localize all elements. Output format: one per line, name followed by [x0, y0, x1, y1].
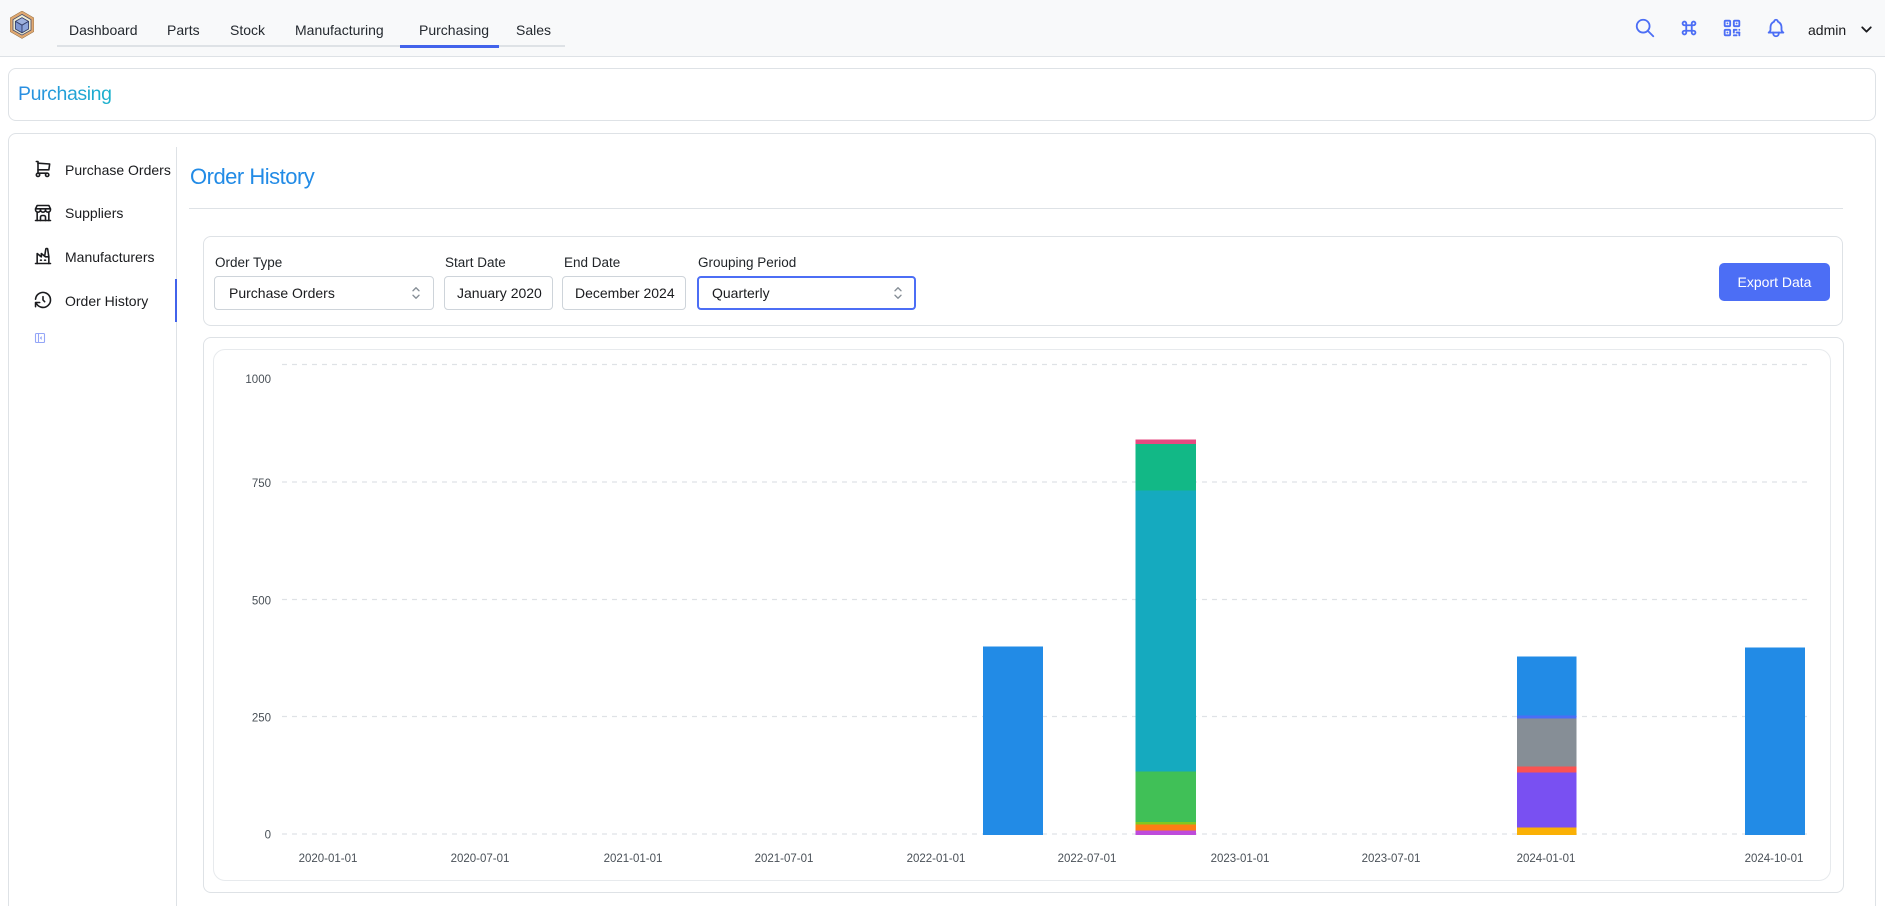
svg-text:2020-01-01: 2020-01-01	[299, 853, 358, 865]
svg-text:2022-01-01: 2022-01-01	[907, 853, 966, 865]
svg-text:0: 0	[265, 829, 271, 841]
svg-text:2022-07-01: 2022-07-01	[1058, 853, 1117, 865]
svg-text:2024-10-01: 2024-10-01	[1745, 853, 1804, 865]
svg-text:2023-07-01: 2023-07-01	[1362, 853, 1421, 865]
svg-text:250: 250	[252, 712, 271, 724]
svg-text:750: 750	[252, 478, 271, 490]
svg-text:2024-01-01: 2024-01-01	[1517, 853, 1576, 865]
svg-text:1000: 1000	[245, 374, 271, 386]
svg-text:2023-01-01: 2023-01-01	[1211, 853, 1270, 865]
svg-text:500: 500	[252, 595, 271, 607]
svg-text:2020-07-01: 2020-07-01	[451, 853, 510, 865]
svg-text:2021-07-01: 2021-07-01	[755, 853, 814, 865]
svg-text:2021-01-01: 2021-01-01	[604, 853, 663, 865]
